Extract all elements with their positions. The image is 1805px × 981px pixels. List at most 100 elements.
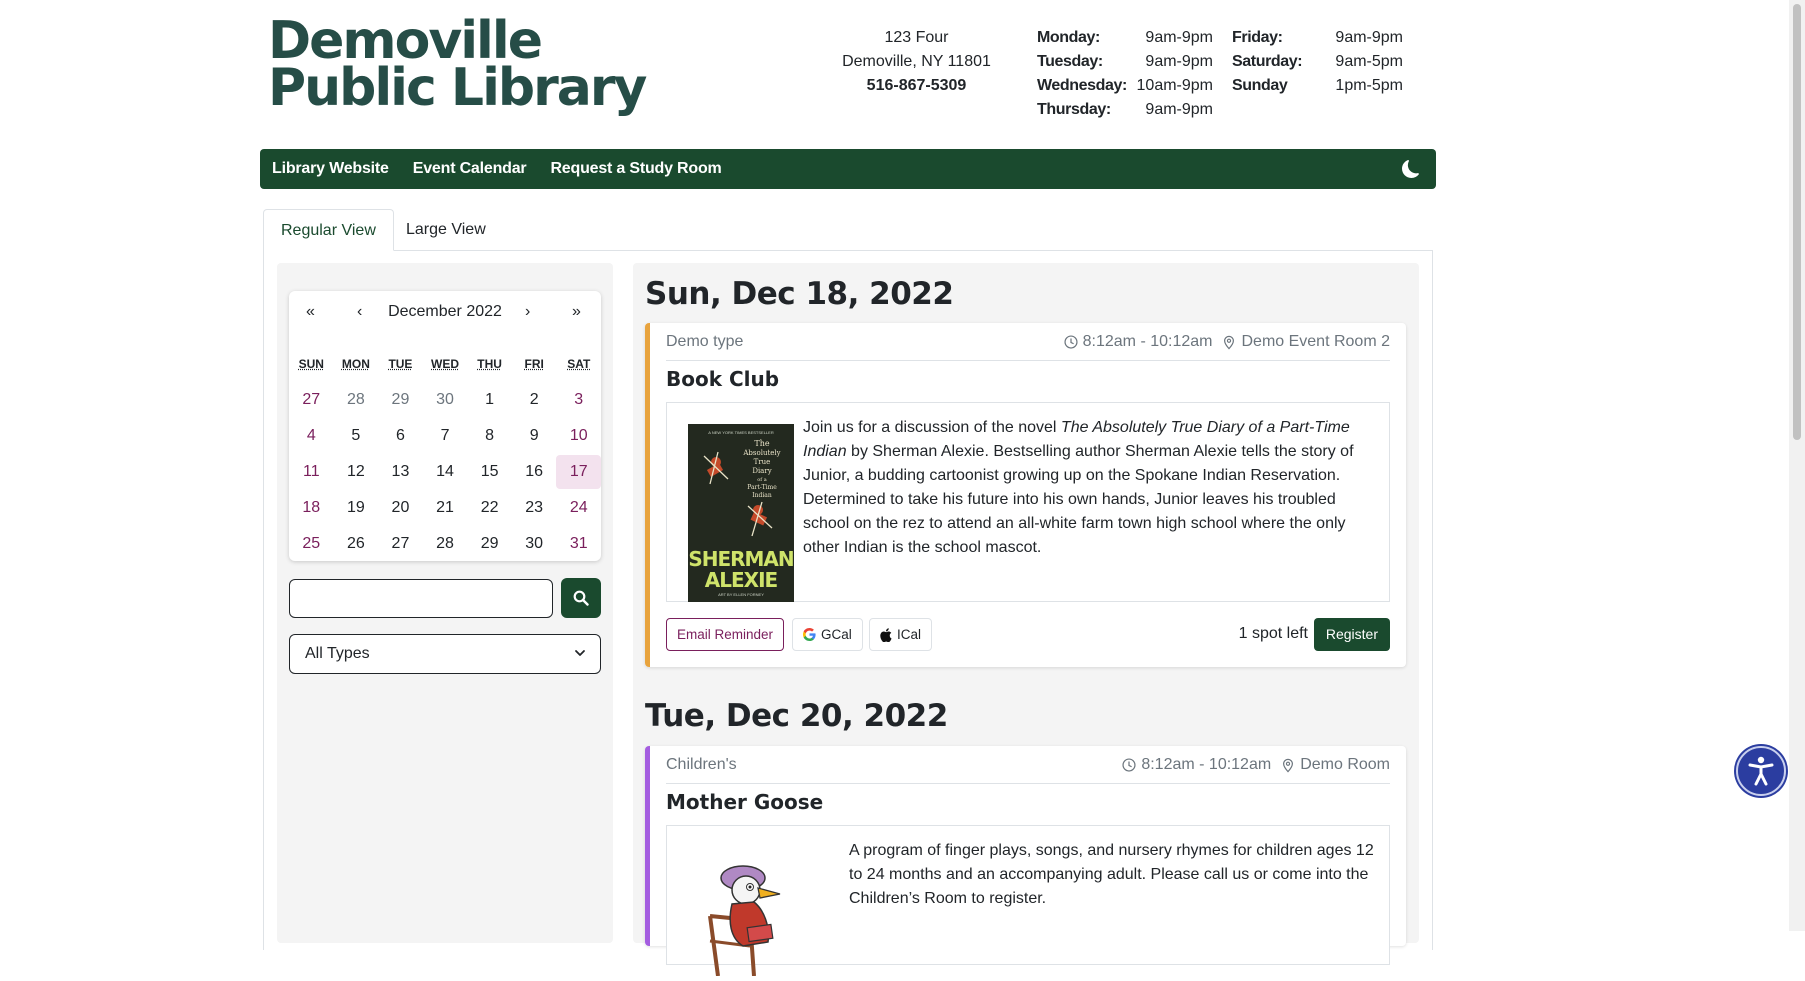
hours-time: 9am-9pm bbox=[1335, 29, 1403, 46]
calendar-day[interactable]: 23 bbox=[512, 491, 557, 525]
calendar-day[interactable]: 30 bbox=[512, 527, 557, 561]
svg-text:A NEW YORK TIMES BESTSELLER: A NEW YORK TIMES BESTSELLER bbox=[708, 430, 774, 435]
calendar-day[interactable]: 5 bbox=[334, 419, 379, 453]
calendar-prev-year-button[interactable]: « bbox=[306, 303, 315, 321]
calendar-day[interactable]: 24 bbox=[556, 491, 601, 525]
calendar-day[interactable]: 29 bbox=[378, 383, 423, 417]
calendar-day[interactable]: 2 bbox=[512, 383, 557, 417]
event-time: 8:12am - 10:12am bbox=[1082, 333, 1213, 350]
calendar-prev-month-button[interactable]: ‹ bbox=[357, 303, 362, 321]
event-actions: Email Reminder GCal ICal 1 spot left Reg… bbox=[666, 618, 1390, 652]
hours-time: 1pm-5pm bbox=[1335, 77, 1403, 94]
address-city: Demoville, NY 11801 bbox=[842, 53, 991, 70]
event-body: A program of finger plays, songs, and nu… bbox=[666, 825, 1390, 977]
calendar-day[interactable]: 6 bbox=[378, 419, 423, 453]
calendar-day-selected[interactable]: 17 bbox=[556, 455, 602, 489]
accessibility-button[interactable] bbox=[1736, 746, 1786, 796]
gcal-button[interactable]: GCal bbox=[792, 618, 863, 651]
event-description-intro: Join us for a discussion of the novel bbox=[803, 419, 1061, 436]
event-location: Demo Event Room 2 bbox=[1241, 333, 1390, 350]
event-description: Join us for a discussion of the novel Th… bbox=[803, 416, 1373, 560]
weekday-label: THU bbox=[477, 357, 502, 371]
event-type-select[interactable]: All Types bbox=[289, 634, 601, 674]
calendar-week: 18 19 20 21 22 23 24 bbox=[289, 491, 601, 527]
calendar-day[interactable]: 15 bbox=[467, 455, 512, 489]
calendar-week: 27 28 29 30 1 2 3 bbox=[289, 383, 601, 419]
hours-row: Monday: 9am-9pm bbox=[1037, 26, 1213, 50]
hours-row: Saturday: 9am-5pm bbox=[1232, 50, 1403, 74]
ical-label: ICal bbox=[897, 627, 922, 642]
calendar-month-label[interactable]: December 2022 bbox=[388, 303, 502, 321]
search-button[interactable] bbox=[561, 578, 601, 618]
hours-day: Monday: bbox=[1037, 29, 1100, 46]
moon-icon[interactable] bbox=[1402, 160, 1420, 178]
accessibility-icon bbox=[1748, 756, 1774, 786]
calendar-day[interactable]: 3 bbox=[556, 383, 601, 417]
calendar-day[interactable]: 31 bbox=[556, 527, 601, 561]
register-button[interactable]: Register bbox=[1313, 618, 1390, 651]
calendar-day[interactable]: 16 bbox=[512, 455, 557, 489]
svg-text:ALEXIE: ALEXIE bbox=[705, 568, 778, 592]
clock-icon bbox=[1064, 335, 1078, 349]
page-scrollbar-thumb[interactable] bbox=[1793, 4, 1801, 440]
calendar-day[interactable]: 22 bbox=[467, 491, 512, 525]
calendar-day[interactable]: 28 bbox=[334, 383, 379, 417]
gcal-label: GCal bbox=[821, 627, 852, 642]
google-icon bbox=[803, 628, 816, 641]
tab-regular-view[interactable]: Regular View bbox=[263, 209, 394, 251]
event-description: A program of finger plays, songs, and nu… bbox=[849, 842, 1374, 907]
calendar-week: 4 5 6 7 8 9 10 bbox=[289, 419, 601, 455]
event-description-rest: by Sherman Alexie. Bestselling author Sh… bbox=[803, 443, 1354, 556]
calendar-day[interactable]: 27 bbox=[378, 527, 423, 561]
weekday-label: SUN bbox=[298, 357, 324, 371]
ical-button[interactable]: ICal bbox=[869, 618, 933, 651]
calendar-day[interactable]: 27 bbox=[289, 383, 334, 417]
view-tabs: Regular View Large View bbox=[263, 209, 1433, 251]
svg-text:ART BY ELLEN FORNEY: ART BY ELLEN FORNEY bbox=[718, 592, 764, 597]
calendar-day[interactable]: 1 bbox=[467, 383, 512, 417]
day-heading: Tue, Dec 20, 2022 bbox=[645, 698, 948, 734]
event-accent-bar bbox=[645, 323, 650, 667]
calendar-day[interactable]: 4 bbox=[289, 419, 334, 453]
calendar-day[interactable]: 9 bbox=[512, 419, 557, 453]
calendar-day[interactable]: 20 bbox=[378, 491, 423, 525]
calendar-day[interactable]: 29 bbox=[467, 527, 512, 561]
calendar-day[interactable]: 13 bbox=[378, 455, 423, 489]
calendar-day[interactable]: 21 bbox=[423, 491, 468, 525]
nav-event-calendar[interactable]: Event Calendar bbox=[413, 160, 527, 178]
calendar-day[interactable]: 28 bbox=[423, 527, 468, 561]
calendar-day[interactable]: 10 bbox=[556, 419, 601, 453]
hours-time: 9am-9pm bbox=[1145, 101, 1213, 118]
calendar-day[interactable]: 8 bbox=[467, 419, 512, 453]
tab-large-view[interactable]: Large View bbox=[389, 209, 503, 251]
calendar-weekday-header: SUN MON TUE WED THU FRI SAT bbox=[289, 357, 601, 371]
weekday-label: FRI bbox=[524, 357, 544, 371]
weekday-label: MON bbox=[341, 357, 370, 371]
nav-library-website[interactable]: Library Website bbox=[272, 160, 389, 178]
calendar-next-year-button[interactable]: » bbox=[572, 303, 581, 321]
calendar-day[interactable]: 11 bbox=[289, 455, 334, 489]
calendar-day[interactable]: 25 bbox=[289, 527, 334, 561]
svg-text:Absolutely: Absolutely bbox=[742, 449, 780, 457]
calendar-day[interactable]: 12 bbox=[334, 455, 379, 489]
nav-request-study-room[interactable]: Request a Study Room bbox=[550, 160, 721, 178]
calendar-day[interactable]: 30 bbox=[423, 383, 468, 417]
weekday-label: WED bbox=[431, 357, 460, 371]
calendar-day[interactable]: 18 bbox=[289, 491, 334, 525]
calendar-day[interactable]: 14 bbox=[423, 455, 468, 489]
calendar-header: « ‹ December 2022 › » bbox=[289, 303, 601, 327]
location-pin-icon bbox=[1283, 758, 1294, 773]
calendar-next-month-button[interactable]: › bbox=[525, 303, 530, 321]
calendar-day[interactable]: 7 bbox=[423, 419, 468, 453]
email-reminder-button[interactable]: Email Reminder bbox=[666, 618, 785, 651]
calendar-day[interactable]: 26 bbox=[334, 527, 379, 561]
library-address: 123 Four Demoville, NY 11801 516-867-530… bbox=[820, 26, 1013, 98]
book-cover-image: A NEW YORK TIMES BESTSELLER The Absolute… bbox=[688, 424, 794, 602]
library-logo[interactable]: Demoville Public Library bbox=[268, 15, 647, 114]
calendar-day[interactable]: 19 bbox=[334, 491, 379, 525]
hours-day: Tuesday: bbox=[1037, 53, 1103, 70]
search-input[interactable] bbox=[289, 579, 553, 618]
event-title[interactable]: Mother Goose bbox=[666, 790, 823, 814]
event-title[interactable]: Book Club bbox=[666, 367, 779, 391]
hours-time: 9am-9pm bbox=[1145, 53, 1213, 70]
